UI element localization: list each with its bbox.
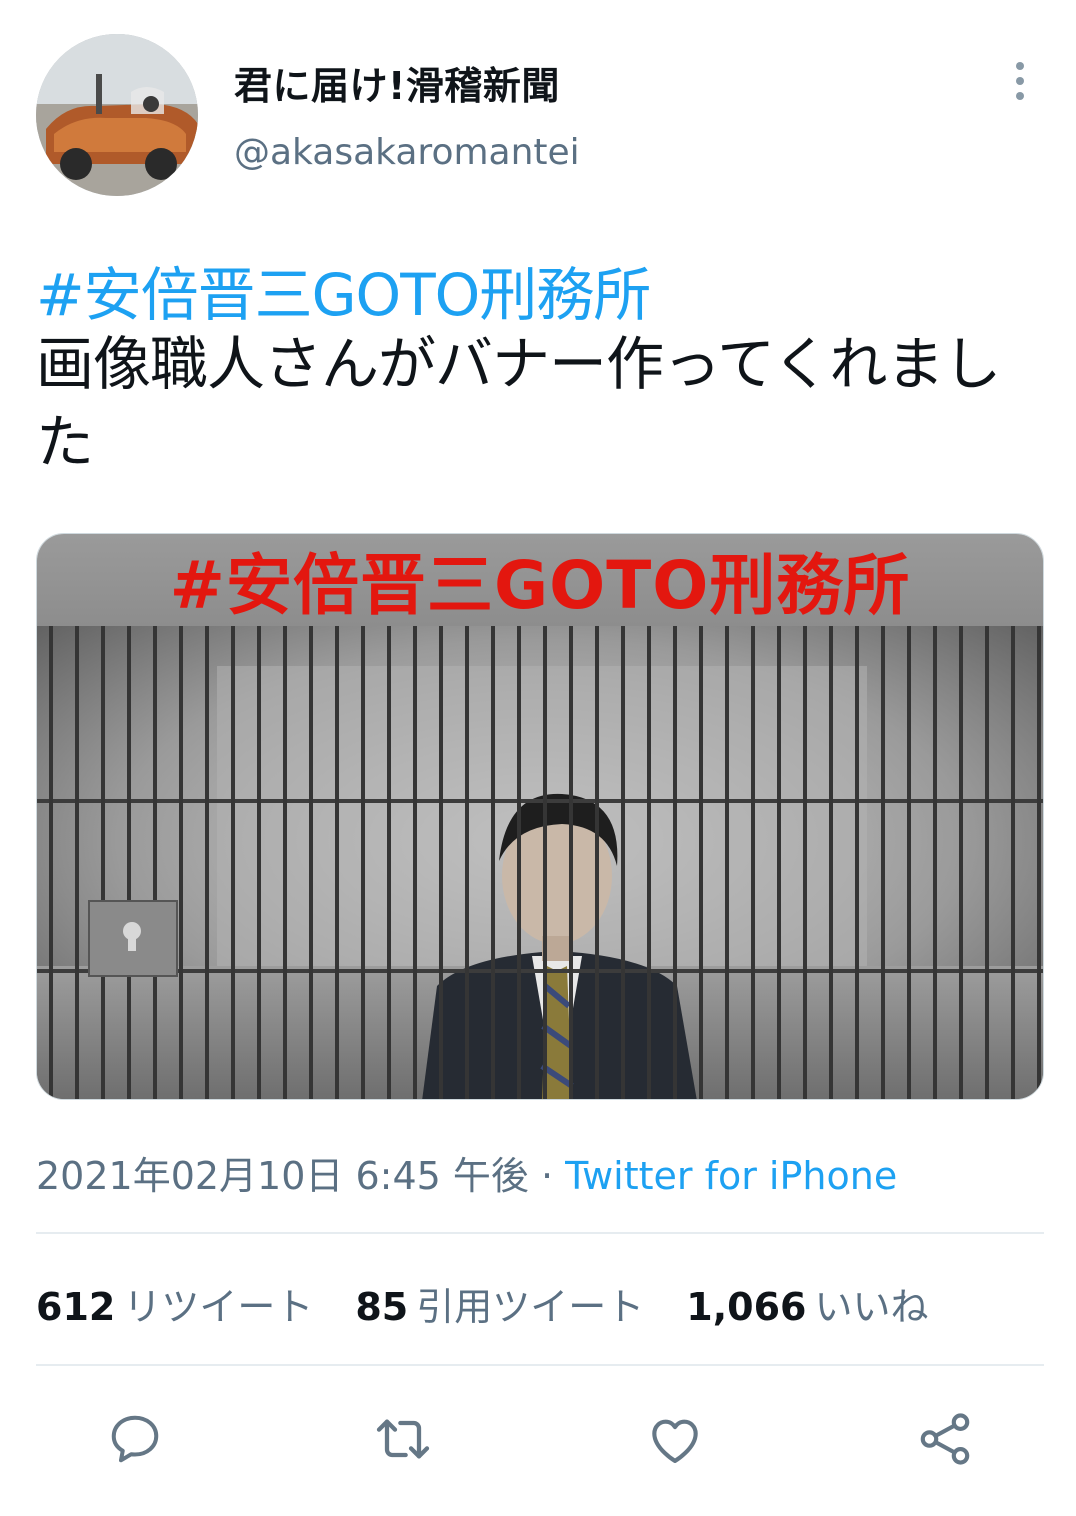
retweets-label: リツイート xyxy=(123,1285,314,1329)
retweets-stat[interactable]: 612 リツイート xyxy=(36,1276,313,1331)
meta-separator: · xyxy=(528,1154,566,1198)
more-options-button[interactable] xyxy=(1000,56,1040,106)
quotes-count: 85 xyxy=(355,1285,409,1329)
hashtag-link[interactable]: #安倍晋三GOTO刑務所 xyxy=(36,248,651,332)
avatar[interactable] xyxy=(36,34,198,196)
tweet-detail: 君に届け!滑稽新聞 @akasakaromantei #安倍晋三GOTO刑務所 … xyxy=(0,0,1076,1516)
likes-stat[interactable]: 1,066 いいね xyxy=(686,1276,928,1331)
share-icon xyxy=(920,1413,970,1465)
reply-button[interactable] xyxy=(102,1406,168,1472)
likes-label: いいね xyxy=(814,1285,929,1329)
media-banner-text: #安倍晋三GOTO刑務所 xyxy=(169,547,911,624)
tweet-meta: 2021年02月10日 6:45 午後 · Twitter for iPhone xyxy=(36,1145,897,1200)
likes-count: 1,066 xyxy=(686,1285,807,1329)
display-name[interactable]: 君に届け!滑稽新聞 xyxy=(234,55,560,110)
more-dot xyxy=(1016,92,1024,100)
source-link[interactable]: Twitter for iPhone xyxy=(565,1154,897,1198)
more-vertical-icon xyxy=(1016,62,1024,70)
like-button[interactable] xyxy=(642,1406,708,1472)
heart-icon xyxy=(652,1419,698,1464)
retweet-button[interactable] xyxy=(370,1406,436,1472)
timestamp[interactable]: 2021年02月10日 6:45 午後 xyxy=(36,1154,529,1198)
tweet-stats: 612 リツイート 85 引用ツイート 1,066 いいね xyxy=(36,1276,970,1331)
retweet-icon xyxy=(376,1419,430,1459)
more-dot xyxy=(1016,77,1024,85)
retweets-count: 612 xyxy=(36,1285,116,1329)
quotes-stat[interactable]: 85 引用ツイート xyxy=(355,1276,644,1331)
reply-icon xyxy=(111,1415,159,1463)
tweet-media[interactable]: #安倍晋三GOTO刑務所 xyxy=(36,533,1044,1100)
divider xyxy=(36,1364,1044,1366)
share-button[interactable] xyxy=(912,1406,978,1472)
media-image xyxy=(37,626,1043,1099)
avatar-image xyxy=(36,34,198,196)
tweet-text: 画像職人さんがバナー作ってくれました xyxy=(36,330,1001,476)
quotes-label: 引用ツイート xyxy=(416,1285,645,1329)
user-handle[interactable]: @akasakaromantei xyxy=(234,132,580,173)
divider xyxy=(36,1232,1044,1234)
